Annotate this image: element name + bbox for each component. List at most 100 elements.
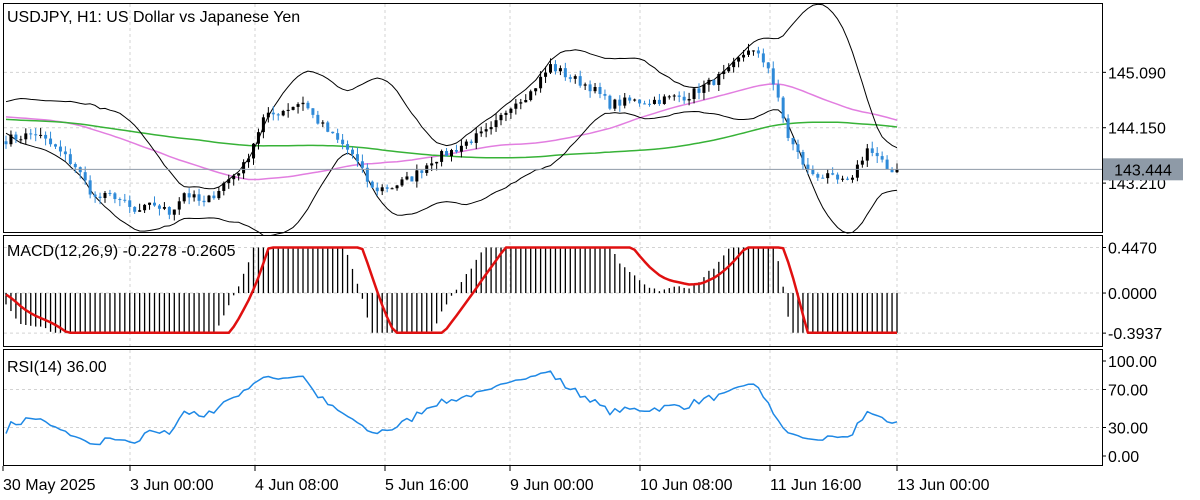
candle-body	[771, 68, 775, 85]
candle-body	[821, 177, 825, 179]
candle-body	[583, 84, 587, 86]
candle-body	[836, 174, 840, 180]
candle-body	[648, 103, 651, 105]
candle-body	[34, 134, 38, 136]
candle-body	[841, 178, 845, 180]
candle-body	[430, 163, 434, 166]
candle-body	[73, 164, 77, 168]
candle-body	[44, 134, 48, 139]
candle-body	[880, 156, 884, 160]
candle-body	[702, 84, 706, 93]
candle-body	[885, 159, 889, 170]
candle-body	[850, 177, 854, 180]
candle-body	[182, 193, 186, 202]
candle-body	[514, 103, 518, 109]
candle-body	[390, 188, 394, 190]
candle-body	[207, 195, 211, 203]
candle-body	[519, 102, 523, 104]
candle-body	[613, 99, 617, 109]
time-x-axis: 30 May 2025 3 Jun 00:00 4 Jun 08:00 5 Jun 1…	[2, 466, 990, 494]
candle-body	[256, 132, 260, 144]
candle-body	[380, 187, 384, 192]
candle-body	[217, 190, 221, 199]
candle-body	[118, 199, 122, 201]
candle-body	[657, 99, 661, 104]
candle-body	[63, 151, 67, 155]
candle-body	[742, 54, 746, 58]
candle-body	[242, 162, 246, 174]
candle-body	[553, 64, 557, 72]
candle-body	[534, 88, 538, 92]
candle-body	[167, 207, 171, 215]
rsi-y-axis: 100.00 70.00 30.00 0.00	[1102, 354, 1157, 466]
macd-panel[interactable]: MACD(12,26,9) -0.2278 -0.2605	[3, 235, 1103, 347]
candle-body	[776, 84, 780, 98]
candle-body	[751, 50, 755, 52]
time-x-tick-label: 30 May 2025	[3, 477, 96, 494]
macd-y-tick-label: 0.0000	[1108, 286, 1157, 303]
rsi-panel[interactable]: RSI(14) 36.00	[3, 349, 1103, 466]
candle-body	[103, 192, 107, 198]
macd-y-axis: 0.4470 0.0000 -0.3937	[1102, 241, 1162, 343]
candle-body	[875, 152, 879, 157]
candle-body	[281, 110, 285, 116]
candle-body	[192, 194, 196, 198]
candle-body	[638, 99, 642, 104]
candle-body	[360, 161, 364, 168]
candle-body	[237, 173, 241, 176]
candle-body	[826, 173, 830, 179]
current-price-label: 143.444	[1114, 162, 1172, 179]
candle-body	[138, 210, 142, 212]
candle-body	[459, 145, 463, 152]
time-x-tick-label: 13 Jun 00:00	[897, 477, 990, 494]
price-y-tick-label: 144.150	[1108, 121, 1166, 138]
candle-body	[370, 181, 374, 188]
candle-body	[39, 134, 43, 136]
candle-body	[133, 206, 137, 212]
candle-body	[291, 106, 295, 110]
candle-body	[49, 138, 53, 145]
candle-body	[672, 95, 676, 97]
candle-body	[494, 120, 498, 128]
candle-body	[667, 96, 671, 98]
candle-body	[855, 164, 859, 178]
candle-body	[19, 139, 23, 141]
candle-body	[732, 61, 736, 68]
candle-body	[761, 53, 765, 63]
candle-body	[603, 94, 607, 96]
candle-body	[400, 179, 404, 186]
candle-body	[83, 172, 87, 181]
candle-body	[529, 91, 533, 101]
rsi-y-tick-label: 70.00	[1108, 383, 1148, 400]
candle-body	[24, 133, 28, 140]
price-y-tick-label: 145.090	[1108, 65, 1166, 82]
candle-body	[331, 131, 335, 134]
candle-body	[786, 118, 790, 138]
candle-body	[58, 146, 62, 152]
rsi-title: RSI(14) 36.00	[7, 359, 107, 376]
candle-body	[450, 150, 453, 157]
candle-body	[791, 137, 795, 145]
price-panel-frame	[3, 3, 1103, 233]
candle-body	[549, 64, 552, 73]
candle-body	[410, 176, 414, 182]
candle-body	[682, 96, 686, 101]
price-panel[interactable]: USDJPY, H1: US Dollar vs Japanese Yen	[3, 3, 1103, 237]
candle-body	[578, 76, 582, 86]
time-x-tick-label: 9 Jun 00:00	[510, 477, 594, 494]
candle-body	[286, 109, 290, 111]
candle-body	[563, 68, 567, 78]
candle-body	[326, 122, 330, 132]
candle-body	[652, 99, 656, 104]
candle-body	[157, 205, 161, 209]
candle-body	[846, 178, 849, 180]
candle-body	[509, 108, 513, 113]
time-x-tick-label: 10 Jun 08:00	[640, 477, 733, 494]
candle-body	[113, 193, 117, 200]
candle-body	[539, 76, 543, 89]
candle-body	[375, 187, 379, 192]
candle-body	[499, 114, 503, 121]
candle-body	[588, 84, 592, 92]
candle-body	[811, 169, 815, 175]
candle-body	[172, 209, 176, 215]
